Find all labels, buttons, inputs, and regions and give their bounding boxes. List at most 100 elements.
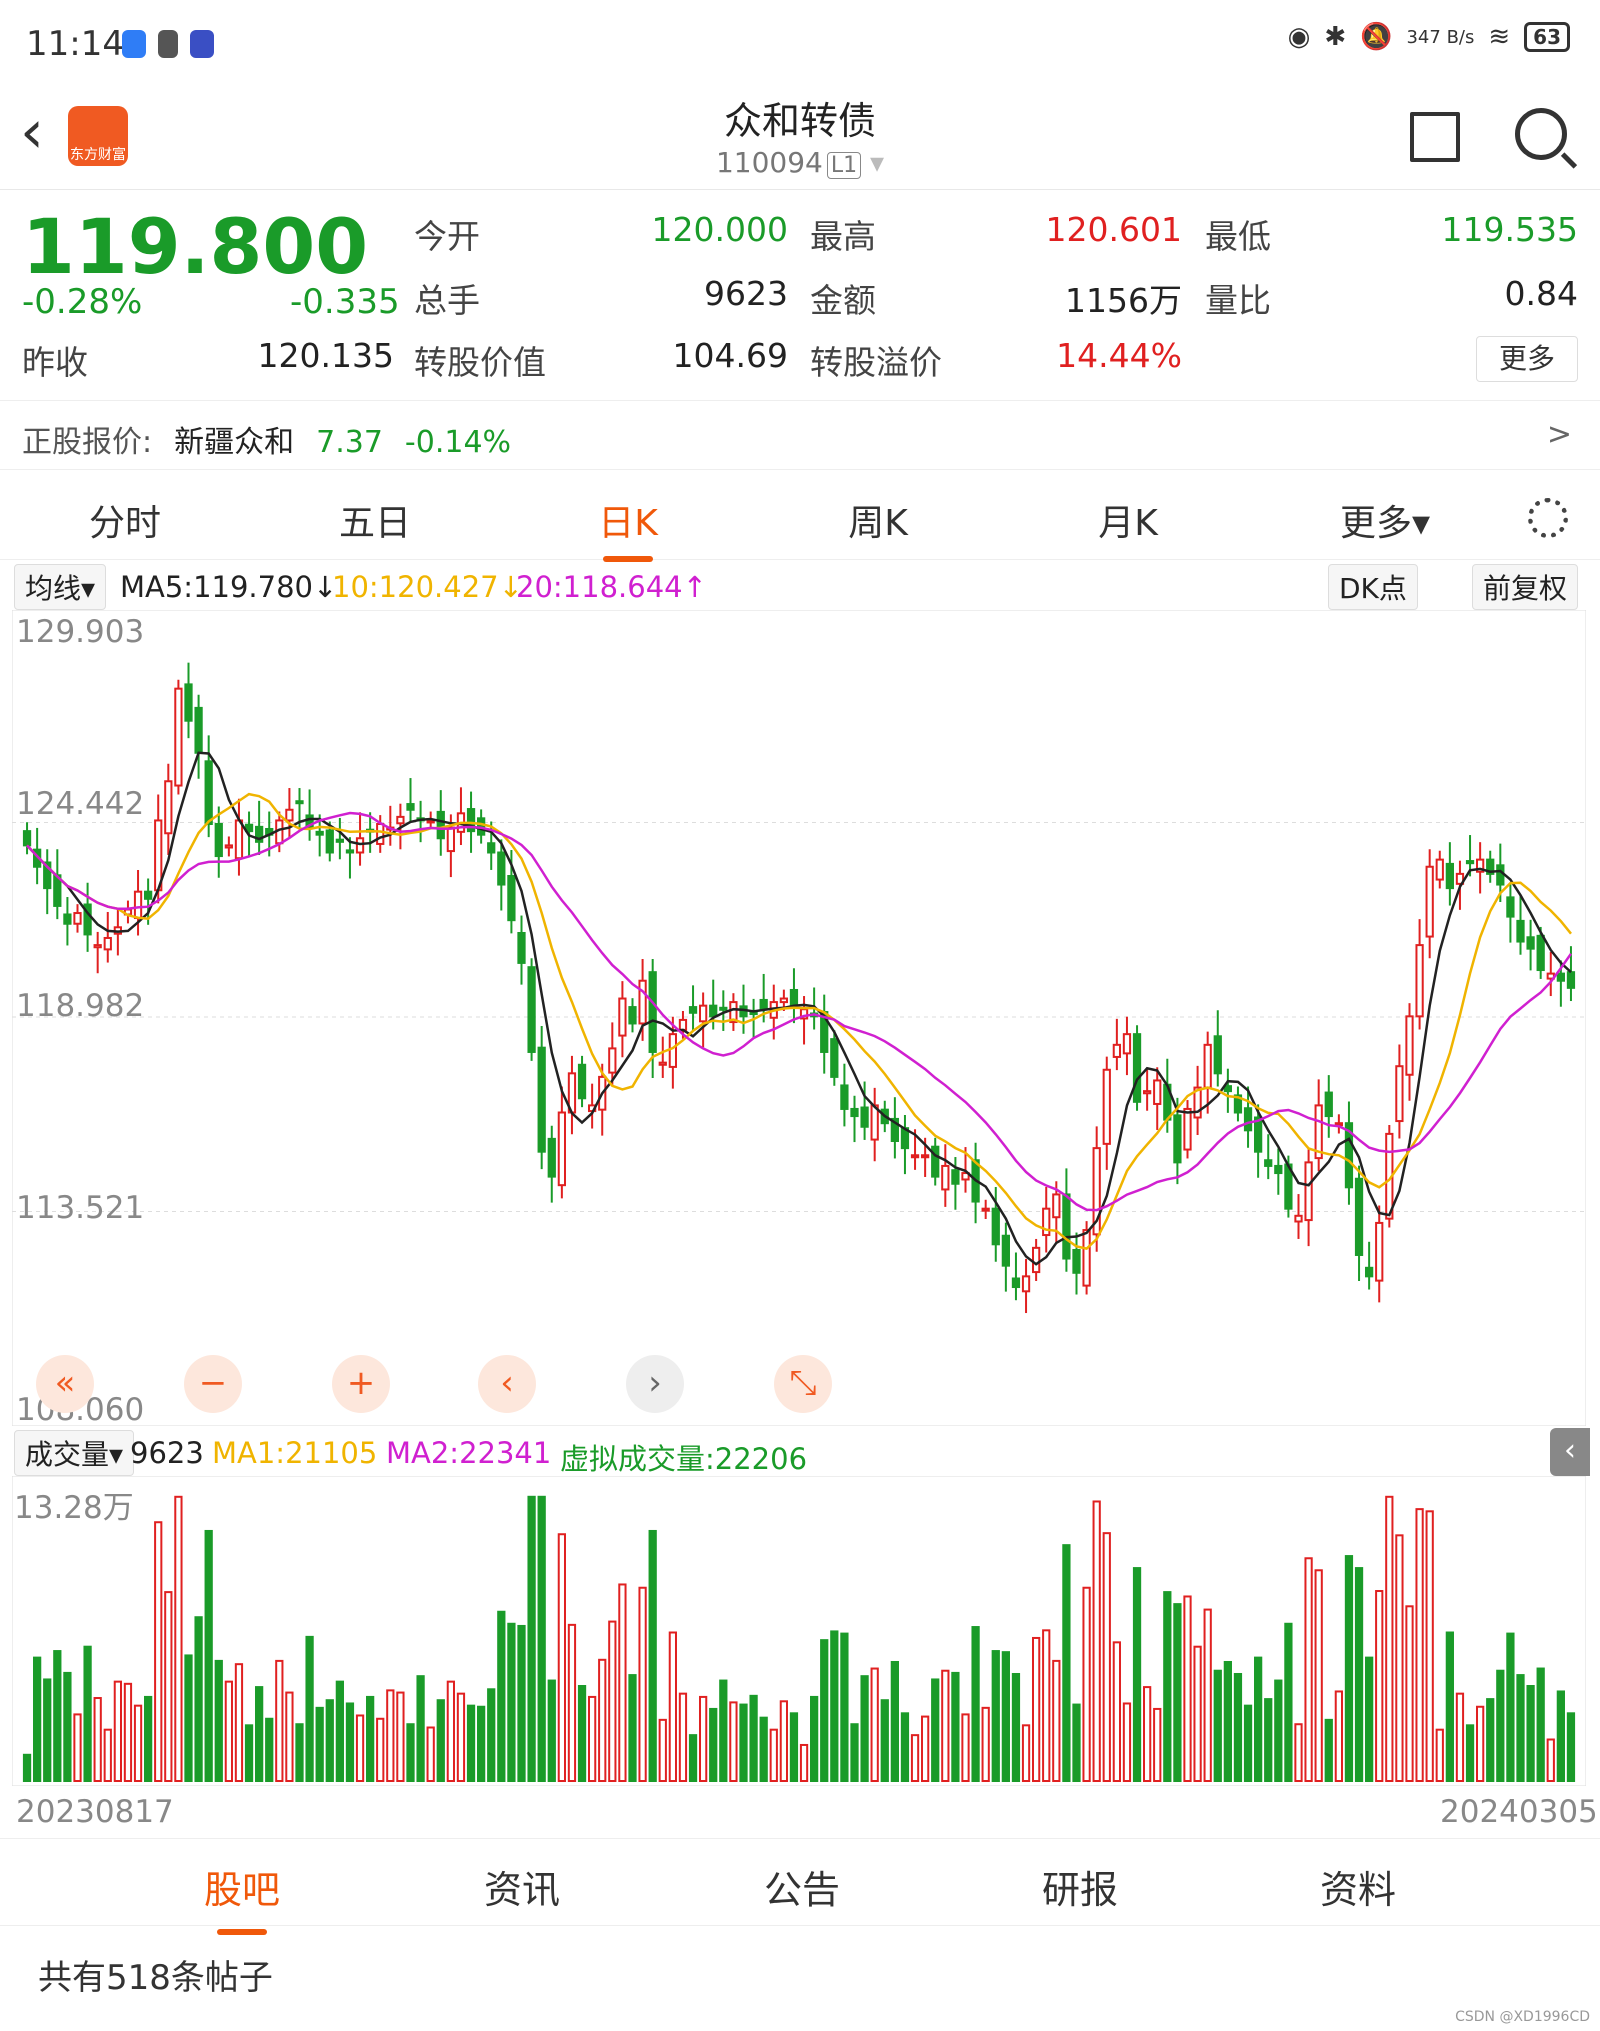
volume-bar [567,1623,577,1782]
underlying-stock-row[interactable]: 正股报价: 新疆众和 7.37 -0.14% > [0,400,1600,470]
volume-bar [1294,1723,1303,1782]
candle-body [830,1038,839,1078]
candle-body [688,1006,698,1014]
candle-body [1183,1107,1192,1151]
volume-bar [507,1622,516,1782]
tab-monthly-k[interactable]: 月K [1048,494,1208,546]
search-icon[interactable] [1515,108,1567,160]
bond-code-row[interactable]: 110094 L1 ▾ [0,146,1600,179]
candle-body [214,823,223,858]
send-icon [158,30,178,58]
candle-body [487,842,496,854]
volume-bar [1334,1690,1343,1783]
candle-body [1132,1033,1142,1103]
volume-bar [1365,1656,1374,1782]
candle-body [1052,1193,1061,1219]
candle-body [1324,1091,1333,1118]
high-value: 120.601 [1045,210,1182,249]
volume-bar [497,1610,506,1782]
candle-body [860,1106,869,1128]
candle-body [991,1207,1000,1246]
volume-bar [739,1703,748,1782]
volume-bar [1274,1679,1283,1782]
ma-indicator-bar: 均线▾ MA5:119.780↓ 10:120.427↓ 20:118.644↑… [0,560,1600,610]
volume-selector[interactable]: 成交量▾ [14,1430,135,1476]
fullscreen-button[interactable]: ⤡ [774,1355,832,1413]
scroll-start-button[interactable]: « [36,1355,94,1413]
candle-body [840,1084,849,1110]
tab-weekly-k[interactable]: 周K [798,494,958,546]
dk-point-button[interactable]: DK点 [1328,564,1418,610]
y-axis-label-1: 129.903 [16,614,145,650]
tab-forum[interactable]: 股吧 [142,1859,342,1935]
volume-bar [1112,1641,1121,1782]
volume-bar [688,1734,698,1783]
status-bar: 11:14 ◉ ✱ 🔕 347 B/s ≋ 63 [0,0,1600,90]
volume-bar [547,1679,556,1782]
more-quote-button[interactable]: 更多 [1476,336,1578,382]
volume-indicator-bar: 成交量▾ 9623 MA1:21105 MA2:22341 虚拟成交量:2220… [0,1426,1600,1476]
volume-bar [668,1631,677,1782]
share-icon[interactable] [1410,112,1460,162]
volume-bar [719,1679,728,1782]
volume-bar [799,1743,809,1783]
volume-bar [366,1695,375,1782]
tab-daily-k[interactable]: 日K [548,494,708,562]
collapse-panel-chevron-icon[interactable]: ‹ [1550,1428,1590,1476]
candle-body [1365,1266,1374,1278]
volume-bar [1203,1608,1212,1782]
tab-profile[interactable]: 资料 [1258,1859,1458,1914]
volume-bar [345,1702,355,1783]
volume-bar [244,1724,254,1782]
volume-bar [305,1635,314,1782]
volume-bar [557,1533,566,1783]
tab-research[interactable]: 研报 [980,1859,1180,1914]
chart-period-tabs: 分时 五日 日K 周K 月K 更多▾ [0,470,1600,562]
volume-bar [971,1626,980,1782]
candle-body [1264,1159,1273,1167]
ratio-value: 0.84 [1504,274,1578,313]
volume-bar [1092,1500,1101,1782]
amount-value: 1156万 [1065,281,1182,320]
ma-selector[interactable]: 均线▾ [14,564,107,610]
volume-bar [1486,1698,1495,1782]
chevron-right-icon: > [1546,417,1572,452]
volume-max-label: 13.28万 [14,1490,134,1526]
volume-bar [618,1583,627,1782]
candle-body [577,1063,587,1100]
candle-body [951,1169,960,1185]
volume-bar [608,1620,617,1782]
adjust-button[interactable]: 前复权 [1472,564,1579,610]
volume-bar [941,1669,950,1783]
tab-intraday[interactable]: 分时 [45,494,205,546]
zoom-out-button[interactable]: − [184,1355,242,1413]
candle-body [204,760,213,826]
tab-five-day[interactable]: 五日 [295,494,455,546]
tab-announcements[interactable]: 公告 [702,1859,902,1914]
volume-bar [376,1717,385,1782]
tab-news[interactable]: 资讯 [422,1859,622,1914]
candle-body [668,1033,677,1068]
volume-bar [537,1495,546,1783]
volume-bar [779,1700,788,1782]
volume-bar [204,1529,213,1782]
volume-bar [1284,1622,1293,1782]
volume-bar [699,1695,708,1782]
volume-bar [981,1706,990,1782]
volume-bar [335,1680,344,1782]
tab-more[interactable]: 更多▾ [1305,494,1465,546]
gear-icon[interactable] [1528,498,1568,538]
volume-bar [1233,1672,1243,1783]
candle-body [1354,1177,1364,1256]
volume-bar [1395,1534,1404,1782]
candle-body [1506,896,1515,918]
candle-body [1032,1246,1041,1274]
kline-chart[interactable] [12,610,1586,1426]
scroll-right-button[interactable]: › [626,1355,684,1413]
scroll-left-button[interactable]: ‹ [478,1355,536,1413]
zoom-in-button[interactable]: + [332,1355,390,1413]
y-axis-label-2: 124.442 [16,786,145,822]
volume-bar [598,1658,607,1782]
volume-bar [285,1691,294,1782]
candle-body [446,826,455,853]
